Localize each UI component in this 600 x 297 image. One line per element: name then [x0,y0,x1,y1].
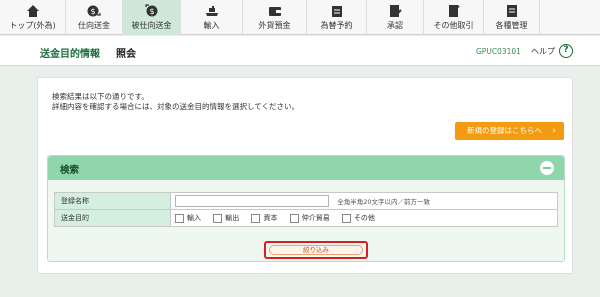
top-navigation: トップ(外為) $ 仕向送金 $ 被仕向送金 輸入 外貨預金 為替予約 承認 そ… [0,0,600,35]
help-link[interactable]: ヘルプ [531,46,555,57]
foreign-deposit-icon [268,7,281,16]
registered-name-hint: 全角半角20文字以内／前方一致 [337,198,431,206]
nav-item-outgoing-remittance[interactable]: $ 仕向送金 [66,0,123,35]
exchange-contract-icon [331,6,342,17]
nav-item-import[interactable]: 輸入 [181,0,243,35]
checkbox[interactable] [175,213,184,223]
page-title: 送金目的情報 [40,49,100,60]
nav-item-label: 被仕向送金 [131,21,172,30]
new-registration-button[interactable]: 新規の登録はこちらへ › [455,122,564,140]
nav-item-label: トップ(外為) [9,21,56,30]
import-icon [205,6,218,16]
nav-item-other-transactions[interactable]: その他取引 [424,0,484,35]
svg-text:$: $ [90,7,95,16]
collapse-icon[interactable] [540,161,554,175]
nav-item-label: 輸入 [203,21,220,30]
nav-item-management[interactable]: 各種管理 [484,0,540,35]
table-row: 登録名称 全角半角20文字以内／前方一致 [54,192,558,210]
checkbox[interactable] [251,213,261,223]
search-table: 登録名称 全角半角20文字以内／前方一致 送金目的 輸入 輸出 資本 仲介貿易 … [54,192,558,227]
nav-item-label: 各種管理 [495,21,528,30]
checkbox[interactable] [213,213,223,223]
nav-item-approval[interactable]: 承認 [367,0,424,35]
other-transactions-icon [448,5,460,17]
main-panel: 検索結果は以下の通りです。 詳細内容を確認する場合には、対象の送金目的情報を選択… [37,77,573,274]
purpose-option-other[interactable]: その他 [341,213,375,223]
info-text: 検索結果は以下の通りです。 詳細内容を確認する場合には、対象の送金目的情報を選択… [52,92,299,112]
purpose-label: 送金目的 [54,209,171,227]
nav-item-label: 外貨預金 [258,21,291,30]
help-icon[interactable]: ? [559,44,573,58]
purpose-checkboxes: 輸入 輸出 資本 仲介貿易 その他 [170,209,558,227]
incoming-remittance-icon: $ [144,4,157,17]
table-row: 送金目的 輸入 輸出 資本 仲介貿易 その他 [54,209,558,227]
info-line: 検索結果は以下の通りです。 [52,92,149,101]
search-header[interactable]: 検索 [48,156,564,180]
chevron-right-icon: › [552,126,556,136]
outgoing-remittance-icon: $ [87,5,101,17]
page-header: 送金目的情報 照会 GPUC03101 ヘルプ ? [0,36,600,66]
management-icon [506,5,517,17]
search-title: 検索 [60,165,80,176]
nav-item-label: その他取引 [433,21,474,30]
registered-name-cell: 全角半角20文字以内／前方一致 [170,192,558,210]
purpose-option-capital[interactable]: 資本 [251,213,277,223]
nav-item-label: 仕向送金 [78,21,110,30]
page-subtitle: 照会 [116,49,136,60]
purpose-option-import[interactable]: 輸入 [175,213,201,223]
info-line: 詳細内容を確認する場合には、対象の送金目的情報を選択してください。 [52,102,300,111]
registered-name-input[interactable] [175,195,329,207]
checkbox[interactable] [341,213,351,223]
svg-text:$: $ [149,7,154,16]
nav-item-label: 承認 [387,21,403,30]
screen-id: GPUC03101 [476,47,521,56]
nav-item-foreign-deposit[interactable]: 外貨預金 [243,0,307,35]
checkbox[interactable] [289,213,299,223]
nav-item-top[interactable]: トップ(外為) [0,0,66,35]
purpose-option-export[interactable]: 輸出 [213,213,239,223]
new-registration-label: 新規の登録はこちらへ [467,126,542,135]
nav-item-label: 為替予約 [320,21,353,30]
nav-item-incoming-remittance[interactable]: $ 被仕向送金 [123,0,181,35]
nav-item-exchange-contract[interactable]: 為替予約 [307,0,367,35]
purpose-option-intermediary-trade[interactable]: 仲介貿易 [289,213,330,223]
search-section: 検索 登録名称 全角半角20文字以内／前方一致 送金目的 輸入 輸出 資本 仲介… [47,155,565,262]
filter-button-highlight: 絞り込み [264,241,368,259]
filter-button[interactable]: 絞り込み [269,245,363,255]
approval-icon [390,5,402,17]
home-icon [26,5,39,17]
registered-name-label: 登録名称 [54,192,171,210]
